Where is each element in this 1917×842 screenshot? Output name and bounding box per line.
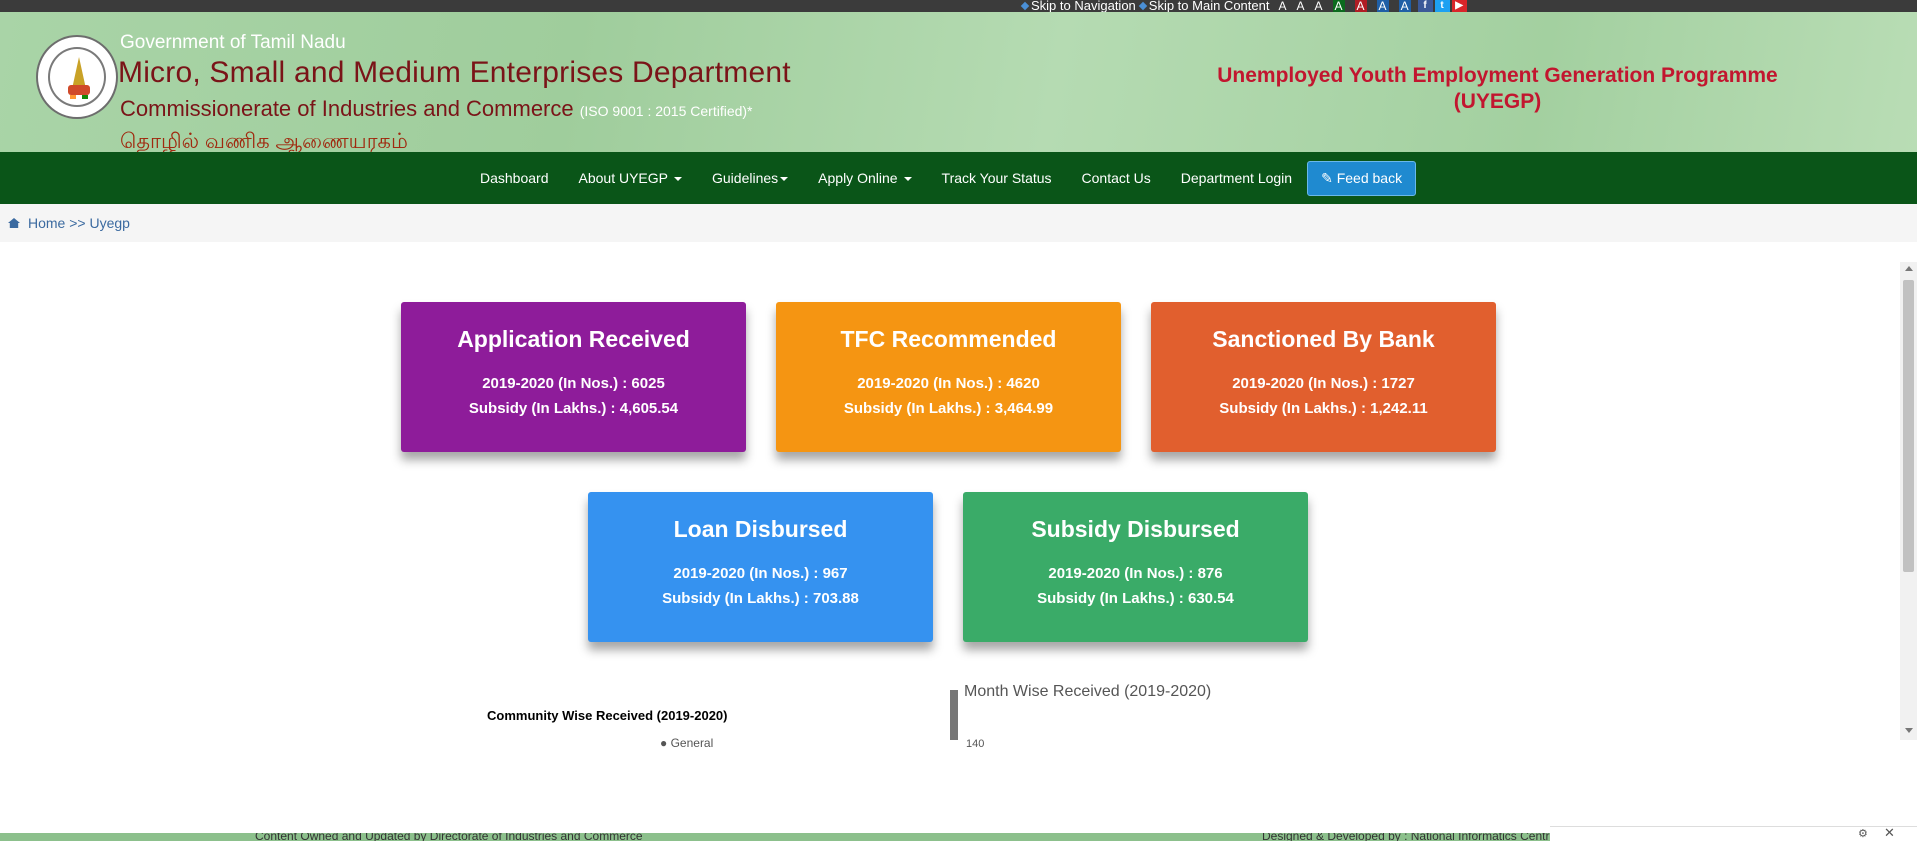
nav-apply-online[interactable]: Apply Online [818,170,912,186]
theme-red-button[interactable]: A [1354,0,1367,12]
caret-down-icon [780,177,789,182]
font-size-small-button[interactable]: A [1315,0,1323,12]
card-title: Sanctioned By Bank [1212,326,1435,352]
loan-disbursed-card: Loan Disbursed 2019-2020 (In Nos.) : 967… [588,492,933,642]
card-subsidy: Subsidy (In Lakhs.) : 1,242.11 [1219,400,1428,417]
diamond-icon [1020,1,1030,10]
tamil-nadu-emblem-logo [36,35,118,119]
scrollbar-thumb[interactable] [1903,280,1914,572]
nav-contact-us[interactable]: Contact Us [1082,170,1151,186]
dashboard-content: Application Received 2019-2020 (In Nos.)… [0,262,1917,740]
nav-track-status[interactable]: Track Your Status [942,170,1052,186]
footer-developer: Designed & Developed by : National Infor… [1262,833,1557,841]
subsidy-disbursed-card: Subsidy Disbursed 2019-2020 (In Nos.) : … [963,492,1308,642]
card-subsidy: Subsidy (In Lakhs.) : 703.88 [662,590,859,607]
scroll-down-arrow-icon[interactable] [1905,728,1913,733]
facebook-icon[interactable]: f [1417,0,1433,12]
card-title: TFC Recommended [840,326,1057,352]
scroll-up-arrow-icon[interactable] [1905,266,1913,271]
government-name: Government of Tamil Nadu [120,32,346,53]
font-size-large-button[interactable]: A [1278,0,1286,12]
card-subsidy: Subsidy (In Lakhs.) : 3,464.99 [843,400,1054,417]
nav-guidelines-label: Guidelines [712,170,779,186]
feedback-label: Feed back [1336,169,1403,186]
programme-title-line1: Unemployed Youth Employment Generation P… [1217,64,1778,87]
card-count: 2019-2020 (In Nos.) : 1727 [1232,375,1415,392]
card-count: 2019-2020 (In Nos.) : 967 [673,565,848,582]
card-title: Application Received [457,326,690,352]
breadcrumb-text[interactable]: Home >> Uyegp [28,215,130,231]
nav-department-login[interactable]: Department Login [1181,170,1292,186]
nav-dashboard[interactable]: Dashboard [480,170,549,186]
caret-down-icon [903,177,912,182]
theme-blue-button[interactable]: A [1376,0,1389,12]
youtube-icon[interactable]: ▶ [1451,0,1467,12]
diamond-icon [1138,1,1148,10]
card-count: 2019-2020 (In Nos.) : 4620 [857,375,1040,392]
site-header: Government of Tamil Nadu Micro, Small an… [0,12,1917,153]
card-subsidy: Subsidy (In Lakhs.) : 4,605.54 [468,400,679,417]
chat-widget: ⚙ ✕ [1550,825,1917,842]
tfc-recommended-card: TFC Recommended 2019-2020 (In Nos.) : 46… [776,302,1121,452]
iso-certification: (ISO 9001 : 2015 Certified)* [579,103,753,119]
close-icon[interactable]: ✕ [1884,825,1895,841]
font-size-normal-button[interactable]: A [1296,0,1304,12]
programme-title: Unemployed Youth Employment Generation P… [1150,63,1845,115]
card-count: 2019-2020 (In Nos.) : 6025 [482,375,665,392]
card-count: 2019-2020 (In Nos.) : 876 [1048,565,1223,582]
nav-guidelines[interactable]: Guidelines [712,170,789,186]
card-subsidy: Subsidy (In Lakhs.) : 630.54 [1037,590,1234,607]
twitter-icon[interactable]: t [1434,0,1450,12]
nav-about-label: About UYEGP [578,170,669,186]
programme-title-line2: (UYEGP) [1453,90,1542,113]
month-chart-title: Month Wise Received (2019-2020) [964,683,1212,700]
feedback-button[interactable]: ✎ Feed back [1307,160,1417,196]
card-title: Subsidy Disbursed [1031,516,1240,542]
theme-green-button[interactable]: A [1332,0,1345,12]
card-title: Loan Disbursed [673,516,848,542]
footer-content-owner: Content Owned and Updated by Directorate… [255,833,643,841]
community-chart-title: Community Wise Received (2019-2020) [487,708,728,723]
main-navigation: Dashboard About UYEGP Guidelines Apply O… [0,152,1917,204]
top-utility-bar: Skip to Navigation Skip to Main Content … [0,0,1917,13]
month-chart-tick: 140 [966,738,985,750]
gear-icon[interactable]: ⚙ [1858,827,1868,840]
sanctioned-by-bank-card: Sanctioned By Bank 2019-2020 (In Nos.) :… [1151,302,1496,452]
theme-dark-blue-button[interactable]: A [1398,0,1411,12]
application-received-card: Application Received 2019-2020 (In Nos.)… [401,302,746,452]
community-chart-legend: ● General [660,736,714,750]
commissionerate-name: Commissionerate of Industries and Commer… [120,96,753,122]
month-chart-axis-bar [950,690,958,740]
edit-icon: ✎ [1321,169,1337,186]
home-icon [8,218,20,228]
breadcrumb: Home >> Uyegp [0,204,1917,242]
department-name: Micro, Small and Medium Enterprises Depa… [118,56,791,89]
nav-apply-label: Apply Online [818,170,898,186]
nav-about-uyegp[interactable]: About UYEGP [578,170,682,186]
commissionerate-label: Commissionerate of Industries and Commer… [120,96,574,121]
caret-down-icon [674,177,682,182]
